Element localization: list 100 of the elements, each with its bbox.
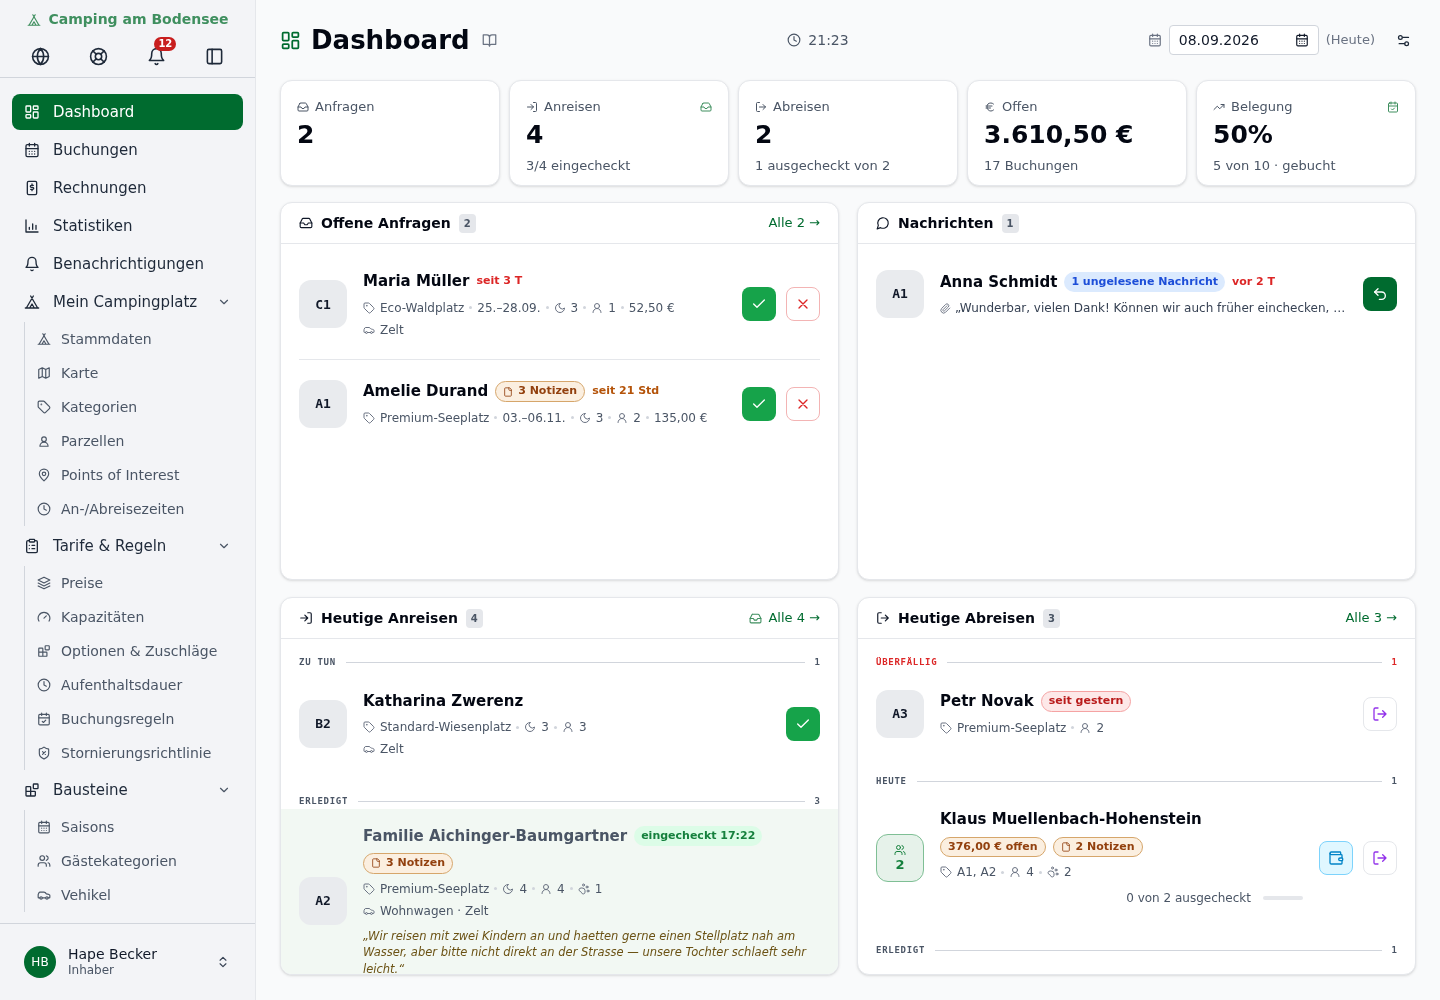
person-icon: [616, 411, 629, 424]
calendar-icon: [37, 820, 51, 834]
stat-label: Offen: [1002, 98, 1038, 116]
stat-label: Anfragen: [315, 98, 375, 116]
nav-subitem[interactable]: Aufenthaltsdauer: [27, 668, 243, 702]
section-label: ZU TUN: [299, 656, 336, 669]
guest-count: 2: [1096, 719, 1105, 737]
nav-subitem[interactable]: Optionen & Zuschläge: [27, 634, 243, 668]
group-size: 2: [895, 858, 905, 871]
paw-icon: [577, 882, 590, 895]
category-label: Premium-Seeplatz: [380, 409, 490, 427]
nav-item[interactable]: Bausteine: [12, 772, 243, 808]
panel-title: Nachrichten: [898, 213, 994, 233]
nav-item[interactable]: Rechnungen: [12, 170, 243, 206]
globe-icon: [31, 46, 51, 66]
sliders-icon: [1396, 32, 1411, 48]
nav-subitem[interactable]: Kategorien: [27, 390, 243, 424]
nav-item[interactable]: Mein Campingplatz: [12, 284, 243, 320]
tag-icon: [363, 411, 375, 424]
view-all-link[interactable]: Alle 4 →: [768, 608, 820, 628]
file-icon: [371, 858, 381, 869]
nav-item[interactable]: Dashboard: [12, 94, 243, 130]
vehicle-label: Zelt: [380, 321, 404, 339]
check-out-button[interactable]: [1363, 840, 1397, 875]
accept-button[interactable]: [742, 287, 776, 322]
check-in-button[interactable]: [786, 706, 820, 741]
logout-icon: [1372, 849, 1388, 866]
nav-subitem[interactable]: An-/Abreisezeiten: [27, 492, 243, 526]
accept-button[interactable]: [742, 386, 776, 421]
avatar: HB: [24, 946, 56, 978]
category-label: Premium-Seeplatz: [957, 719, 1067, 737]
chat-icon: [876, 216, 890, 230]
reject-button[interactable]: [786, 386, 820, 421]
calendar-icon: [1294, 33, 1309, 47]
tag-icon: [940, 866, 952, 878]
panel-title: Heutige Abreisen: [898, 608, 1035, 628]
guest-name: Petr Novak: [940, 691, 1034, 713]
sidebar-icon: [204, 46, 224, 66]
inbox-icon: [299, 216, 313, 230]
check-out-button[interactable]: [1363, 696, 1397, 731]
panel-title: Heutige Anreisen: [321, 608, 458, 628]
category-label: Premium-Seeplatz: [380, 880, 490, 898]
nav-item[interactable]: Tarife & Regeln: [12, 528, 243, 564]
notification-count: 12: [154, 37, 177, 51]
tag-icon: [363, 721, 375, 733]
nav-item[interactable]: Buchungen: [12, 132, 243, 168]
date-note: (Heute): [1325, 31, 1375, 50]
section-count: 1: [1391, 774, 1397, 788]
clock-icon: [787, 33, 802, 47]
bell-icon: [146, 46, 166, 66]
notes-badge: 2 Notizen: [1052, 836, 1143, 857]
users-icon: [37, 854, 51, 868]
nav-subitem[interactable]: Kapazitäten: [27, 600, 243, 634]
current-time: 21:23: [808, 30, 849, 50]
nav-subitem[interactable]: Stornierungsrichtlinie: [27, 736, 243, 770]
nav-subitem[interactable]: Karte: [27, 356, 243, 390]
stat-note: 1 ausgecheckt von 2: [755, 156, 892, 175]
view-all-link[interactable]: Alle 3 →: [1345, 608, 1397, 628]
nav-subitem[interactable]: Vehikel: [27, 878, 243, 912]
login-icon: [526, 100, 538, 113]
progress-label: 0 von 2 ausgecheckt: [1126, 890, 1251, 907]
category-label: Eco-Waldplatz: [380, 299, 465, 317]
wallet-icon: [1328, 849, 1344, 866]
view-all-link[interactable]: Alle 2 →: [768, 213, 820, 233]
nav-subitem[interactable]: Points of Interest: [27, 458, 243, 492]
date-field[interactable]: 08.09.2026: [1168, 25, 1319, 55]
paperclip-icon: [940, 302, 951, 314]
nav-item[interactable]: Benachrichtigungen: [12, 246, 243, 282]
pitch-tile: C1: [299, 280, 347, 329]
guest-count: 3: [578, 719, 587, 736]
nav-subitem[interactable]: Parzellen: [27, 424, 243, 458]
moon-icon: [553, 301, 566, 314]
nights-count: 3: [541, 719, 549, 736]
filter-button[interactable]: [1396, 32, 1411, 48]
bar-chart-icon: [24, 218, 40, 234]
nav-item[interactable]: Statistiken: [12, 208, 243, 244]
date-range: 25.–28.09.: [477, 299, 541, 317]
docs-button[interactable]: [481, 32, 497, 48]
nav-subitem[interactable]: Preise: [27, 566, 243, 600]
shield-icon: [37, 746, 51, 760]
section-label: HEUTE: [876, 774, 907, 788]
nav-subitem[interactable]: Buchungsregeln: [27, 702, 243, 736]
nights-count: 3: [570, 299, 579, 317]
stat-note: 3/4 eingecheckt: [526, 156, 632, 175]
nav-subitem[interactable]: Saisons: [27, 810, 243, 844]
payment-button[interactable]: [1319, 840, 1353, 875]
grid-icon: [24, 104, 40, 120]
age-label: vor 2 T: [1232, 273, 1275, 290]
layers-icon: [37, 576, 51, 590]
guest-name: Familie Aichinger-Baumgartner: [363, 825, 628, 847]
nav-subitem[interactable]: Gästekategorien: [27, 844, 243, 878]
nav-subitem[interactable]: Stammdaten: [27, 322, 243, 356]
reject-button[interactable]: [786, 287, 820, 322]
section-count: 3: [814, 795, 820, 808]
section-count: 1: [1391, 656, 1397, 669]
reply-button[interactable]: [1363, 277, 1397, 311]
login-icon: [299, 611, 313, 625]
tag-icon: [940, 721, 952, 734]
inbox-icon: [297, 100, 309, 113]
stat-value: 2: [297, 118, 316, 151]
